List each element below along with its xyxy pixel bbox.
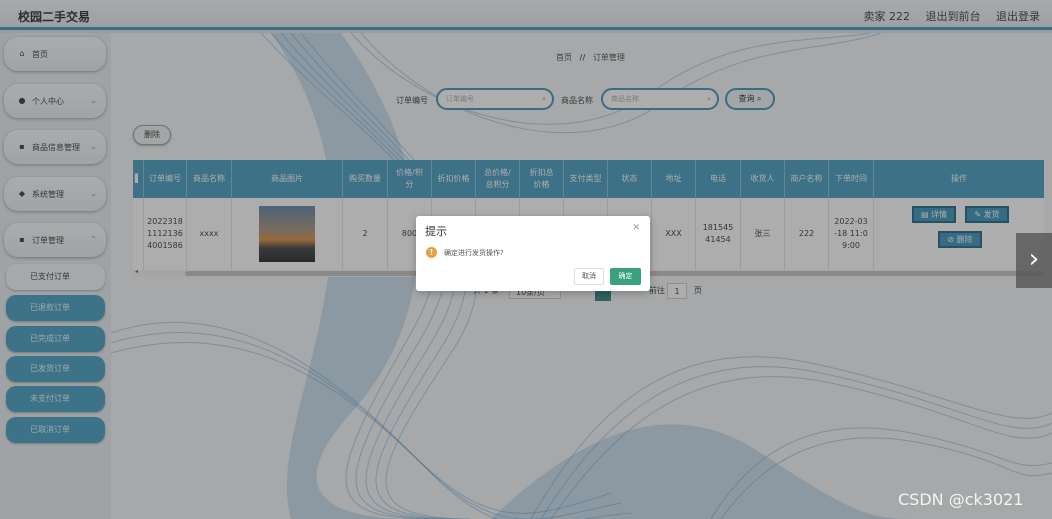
confirm-button[interactable]: 确定 xyxy=(610,268,641,285)
confirm-dialog: 提示 ✕ ! 确定进行发货操作? 取消 确定 xyxy=(416,216,650,291)
chevron-right-icon[interactable]: › xyxy=(1016,233,1052,288)
cancel-button[interactable]: 取消 xyxy=(574,268,604,285)
close-icon[interactable]: ✕ xyxy=(632,223,640,233)
warning-icon: ! xyxy=(426,247,437,258)
watermark: CSDN @ck3021 xyxy=(898,490,1024,509)
dialog-title: 提示 xyxy=(425,225,447,238)
dialog-message: 确定进行发货操作? xyxy=(444,249,504,257)
